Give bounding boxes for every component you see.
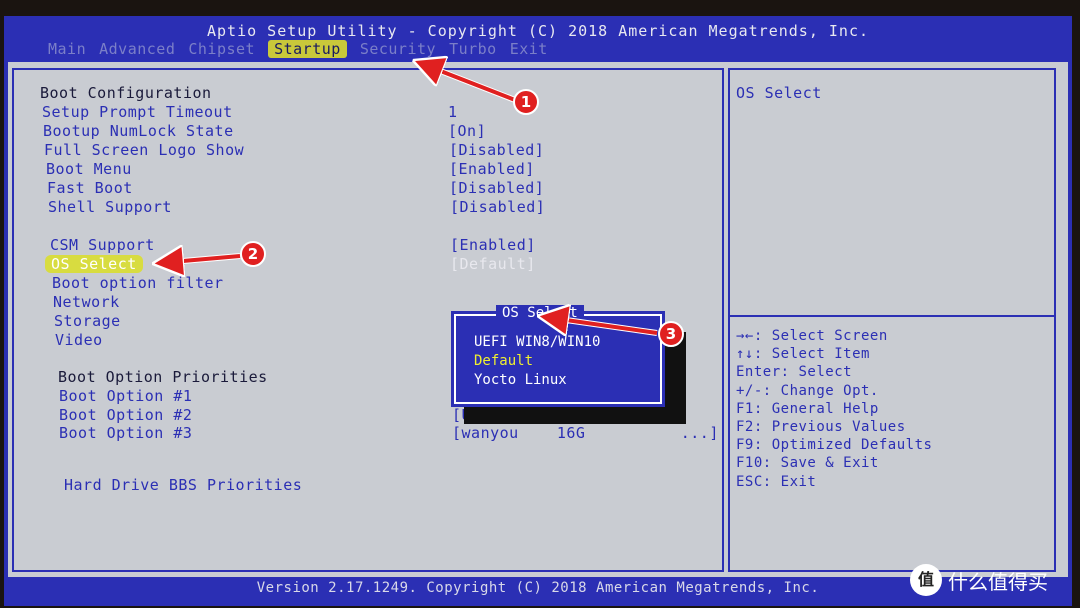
arrow-3 xyxy=(545,317,658,333)
watermark-icon: 值 xyxy=(910,564,942,596)
annotation-badge-3: 3 xyxy=(658,321,684,347)
annotation-badge-2: 2 xyxy=(240,241,266,267)
annotation-badge-1: 1 xyxy=(513,89,539,115)
arrow-1 xyxy=(420,63,516,102)
watermark-logo: 值 什么值得买 xyxy=(910,564,1048,596)
annotation-arrows xyxy=(0,0,658,608)
watermark-text: 什么值得买 xyxy=(948,569,1048,594)
